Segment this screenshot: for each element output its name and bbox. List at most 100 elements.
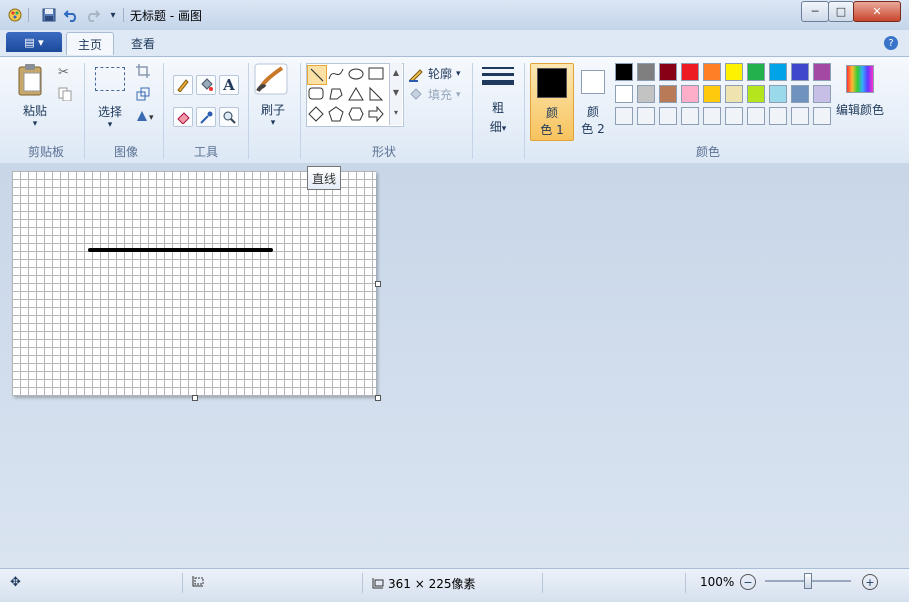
- color2-swatch: [581, 70, 605, 94]
- cut-icon[interactable]: ✂: [58, 65, 69, 80]
- color-swatch[interactable]: [769, 85, 787, 103]
- color-swatch[interactable]: [747, 63, 765, 81]
- group-label-image: 图像: [113, 145, 138, 159]
- close-button[interactable]: ✕: [853, 1, 901, 22]
- color-swatch[interactable]: [791, 85, 809, 103]
- resize-handle-right[interactable]: [375, 281, 381, 287]
- color1-button[interactable]: 颜 色 1: [530, 63, 574, 141]
- paste-label: 粘贴: [22, 104, 47, 118]
- color-swatch[interactable]: [637, 107, 655, 125]
- minimize-button[interactable]: ─: [801, 1, 829, 22]
- svg-text:▾: ▾: [149, 113, 154, 123]
- divider: [123, 8, 124, 22]
- color-swatch[interactable]: [813, 85, 831, 103]
- color-swatch[interactable]: [703, 107, 721, 125]
- color-swatch[interactable]: [681, 63, 699, 81]
- fill-button[interactable]: 填充 ▾: [408, 86, 461, 103]
- outline-button[interactable]: 轮廓 ▾: [408, 65, 461, 82]
- paint-app-icon[interactable]: [6, 6, 24, 24]
- undo-icon[interactable]: [62, 6, 80, 24]
- help-icon[interactable]: ?: [884, 36, 898, 50]
- zoom-out-button[interactable]: −: [740, 574, 756, 590]
- color-swatch[interactable]: [791, 107, 809, 125]
- rounded-rectangle-shape-icon[interactable]: [307, 85, 325, 103]
- line-shape-icon[interactable]: [307, 65, 327, 85]
- color-swatch[interactable]: [769, 63, 787, 81]
- drawn-line: [88, 248, 273, 252]
- resize-icon[interactable]: [136, 87, 150, 104]
- tab-home[interactable]: 主页: [66, 32, 114, 55]
- color2-label-line1: 颜: [586, 105, 599, 119]
- maximize-button[interactable]: □: [828, 1, 854, 22]
- color1-label-line1: 颜: [545, 106, 558, 120]
- color-swatch[interactable]: [813, 63, 831, 81]
- color-swatch[interactable]: [615, 63, 633, 81]
- fill-label: 填充: [428, 88, 453, 102]
- resize-handle-corner[interactable]: [375, 395, 381, 401]
- color-swatch[interactable]: [703, 63, 721, 81]
- save-icon[interactable]: [40, 6, 58, 24]
- color-swatch[interactable]: [769, 107, 787, 125]
- resize-handle-bottom[interactable]: [192, 395, 198, 401]
- color-swatch[interactable]: [747, 85, 765, 103]
- shapes-gallery-scroll[interactable]: ▲ ▼ ▾: [389, 63, 402, 125]
- eraser-icon[interactable]: [173, 107, 193, 127]
- pencil-icon[interactable]: [173, 75, 193, 95]
- pentagon-shape-icon[interactable]: [327, 105, 345, 123]
- customize-toolbar-icon[interactable]: ▾: [104, 6, 122, 24]
- hexagon-shape-icon[interactable]: [347, 105, 365, 123]
- drawing-canvas[interactable]: [12, 171, 376, 396]
- edit-colors-button[interactable]: 编辑颜色: [836, 65, 884, 118]
- right-arrow-shape-icon[interactable]: [367, 105, 385, 123]
- size-button[interactable]: 粗 细▾: [478, 65, 518, 135]
- diamond-shape-icon[interactable]: [307, 105, 325, 123]
- paste-button[interactable]: 粘贴 ▾: [16, 63, 54, 129]
- color-swatch[interactable]: [615, 107, 633, 125]
- oval-shape-icon[interactable]: [347, 65, 365, 83]
- color-picker-icon[interactable]: [196, 107, 216, 127]
- color-swatch[interactable]: [725, 107, 743, 125]
- file-menu-button[interactable]: ▤ ▾: [6, 32, 62, 52]
- magnifier-icon[interactable]: [219, 107, 239, 127]
- right-triangle-shape-icon[interactable]: [367, 85, 385, 103]
- color-swatch[interactable]: [681, 85, 699, 103]
- rectangle-shape-icon[interactable]: [367, 65, 385, 83]
- title-bar: ▾ 无标题 - 画图 ─ □ ✕: [0, 0, 909, 31]
- chevron-down-icon: ▾: [456, 68, 461, 79]
- color-swatch[interactable]: [637, 85, 655, 103]
- text-tool-icon[interactable]: A: [219, 75, 239, 95]
- copy-icon[interactable]: [58, 87, 72, 104]
- zoom-in-button[interactable]: +: [862, 574, 878, 590]
- fill-bucket-icon[interactable]: [196, 75, 216, 95]
- color-swatch[interactable]: [615, 85, 633, 103]
- color-swatch[interactable]: [659, 85, 677, 103]
- crop-icon[interactable]: [136, 64, 150, 81]
- brushes-label: 刷子: [260, 103, 285, 117]
- triangle-shape-icon[interactable]: [347, 85, 365, 103]
- select-button[interactable]: 选择 ▾: [92, 65, 128, 130]
- color-swatch[interactable]: [791, 63, 809, 81]
- redo-icon[interactable]: [84, 6, 102, 24]
- curve-shape-icon[interactable]: [327, 65, 345, 83]
- size-label-line2: 细▾: [489, 120, 507, 134]
- color-swatch[interactable]: [659, 63, 677, 81]
- tab-view[interactable]: 查看: [118, 32, 168, 54]
- color-swatch[interactable]: [681, 107, 699, 125]
- color-swatch[interactable]: [637, 63, 655, 81]
- color-swatch[interactable]: [747, 107, 765, 125]
- color2-button[interactable]: 颜 色 2: [576, 63, 610, 139]
- color-swatch[interactable]: [813, 107, 831, 125]
- color-swatch[interactable]: [725, 85, 743, 103]
- brushes-button[interactable]: 刷子 ▾: [254, 63, 292, 128]
- rotate-icon[interactable]: ▾: [135, 109, 157, 126]
- zoom-slider-thumb[interactable]: [804, 573, 812, 589]
- canvas-size: 361 × 225像素: [370, 575, 476, 592]
- edit-colors-label: 编辑颜色: [836, 103, 885, 117]
- color-swatch[interactable]: [703, 85, 721, 103]
- group-label-colors: 颜色: [695, 145, 720, 159]
- color-swatch[interactable]: [659, 107, 677, 125]
- paste-icon: [18, 64, 42, 96]
- group-label-tools: 工具: [193, 145, 218, 159]
- color-swatch[interactable]: [725, 63, 743, 81]
- polygon-shape-icon[interactable]: [327, 85, 345, 103]
